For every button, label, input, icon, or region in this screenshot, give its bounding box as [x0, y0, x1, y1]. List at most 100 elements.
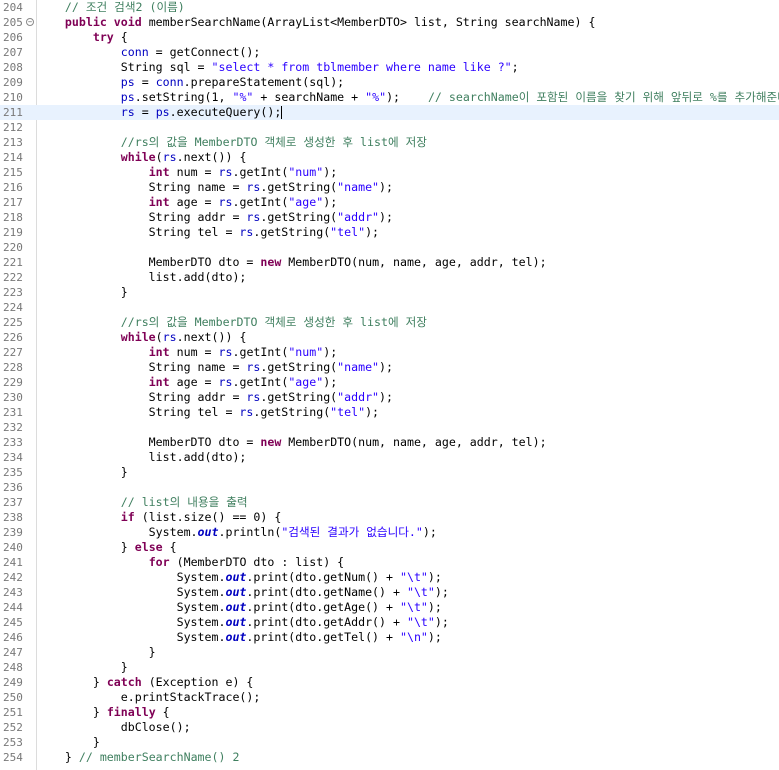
- code-line[interactable]: 248 }: [0, 660, 779, 675]
- line-code: int num = rs.getInt("num");: [37, 165, 338, 180]
- code-line[interactable]: 228 String name = rs.getString("name");: [0, 360, 779, 375]
- line-code: MemberDTO dto = new MemberDTO(num, name,…: [37, 255, 547, 270]
- line-number: 242: [3, 571, 23, 584]
- code-token: rs: [218, 345, 233, 359]
- code-line[interactable]: 218 String addr = rs.getString("addr");: [0, 210, 779, 225]
- code-line[interactable]: 239 System.out.println("검색된 결과가 없습니다.");: [0, 525, 779, 540]
- code-line[interactable]: 230 String addr = rs.getString("addr");: [0, 390, 779, 405]
- code-line[interactable]: 205− public void memberSearchName(ArrayL…: [0, 15, 779, 30]
- code-token: num =: [169, 345, 219, 359]
- code-line[interactable]: 214 while(rs.next()) {: [0, 150, 779, 165]
- code-token: System.: [37, 600, 226, 614]
- code-token: rs: [239, 225, 254, 239]
- code-line[interactable]: 244 System.out.print(dto.getAge() + "\t"…: [0, 600, 779, 615]
- code-token: "addr": [337, 390, 380, 404]
- code-line[interactable]: 219 String tel = rs.getString("tel");: [0, 225, 779, 240]
- line-number: 215: [3, 166, 23, 179]
- line-number: 209: [3, 76, 23, 89]
- code-token: conn: [155, 75, 184, 89]
- code-line[interactable]: 209 ps = conn.prepareStatement(sql);: [0, 75, 779, 90]
- line-code: // 조건 검색2 (이름): [37, 0, 185, 15]
- code-line[interactable]: 211 rs = ps.executeQuery();: [0, 105, 779, 120]
- code-token: rs: [162, 150, 177, 164]
- line-number: 232: [3, 421, 23, 434]
- line-code: if (list.size() == 0) {: [37, 510, 282, 525]
- line-number: 245: [3, 616, 23, 629]
- code-token: rs: [246, 390, 261, 404]
- line-number: 207: [3, 46, 23, 59]
- code-line[interactable]: 235 }: [0, 465, 779, 480]
- code-token: out: [225, 585, 247, 599]
- code-line[interactable]: 226 while(rs.next()) {: [0, 330, 779, 345]
- code-token: "\t": [406, 615, 435, 629]
- code-token: );: [434, 585, 449, 599]
- code-line[interactable]: 225 //rs의 값을 MemberDTO 객체로 생성한 후 list에 저…: [0, 315, 779, 330]
- code-line[interactable]: 241 for (MemberDTO dto : list) {: [0, 555, 779, 570]
- line-number: 252: [3, 721, 23, 734]
- code-line[interactable]: 221 MemberDTO dto = new MemberDTO(num, n…: [0, 255, 779, 270]
- code-line[interactable]: 233 MemberDTO dto = new MemberDTO(num, n…: [0, 435, 779, 450]
- line-number: 219: [3, 226, 23, 239]
- code-token: );: [323, 195, 338, 209]
- code-line[interactable]: 215 int num = rs.getInt("num");: [0, 165, 779, 180]
- code-line[interactable]: 236: [0, 480, 779, 495]
- code-line[interactable]: 245 System.out.print(dto.getAddr() + "\t…: [0, 615, 779, 630]
- line-number: 238: [3, 511, 23, 524]
- line-code: System.out.print(dto.getTel() + "\n");: [37, 630, 442, 645]
- code-line[interactable]: 213 //rs의 값을 MemberDTO 객체로 생성한 후 list에 저…: [0, 135, 779, 150]
- code-line[interactable]: 246 System.out.print(dto.getTel() + "\n"…: [0, 630, 779, 645]
- code-editor[interactable]: 204 // 조건 검색2 (이름) 205− public void membe…: [0, 0, 779, 770]
- code-token: );: [427, 570, 442, 584]
- code-token: .getString(: [260, 360, 338, 374]
- code-token: }: [37, 750, 79, 764]
- line-code: while(rs.next()) {: [37, 330, 247, 345]
- code-line[interactable]: 223 }: [0, 285, 779, 300]
- code-token: .getInt(: [232, 195, 289, 209]
- code-line[interactable]: 250 e.printStackTrace();: [0, 690, 779, 705]
- code-line[interactable]: 243 System.out.print(dto.getName() + "\t…: [0, 585, 779, 600]
- code-token: out: [225, 570, 247, 584]
- code-line[interactable]: 238 if (list.size() == 0) {: [0, 510, 779, 525]
- code-line[interactable]: 206 try {: [0, 30, 779, 45]
- code-line[interactable]: 204 // 조건 검색2 (이름): [0, 0, 779, 15]
- code-line[interactable]: 227 int num = rs.getInt("num");: [0, 345, 779, 360]
- code-line[interactable]: 237 // list의 내용을 출력: [0, 495, 779, 510]
- code-line[interactable]: 242 System.out.print(dto.getNum() + "\t"…: [0, 570, 779, 585]
- code-line[interactable]: 207 conn = getConnect();: [0, 45, 779, 60]
- code-line[interactable]: 251 } finally {: [0, 705, 779, 720]
- code-token: .print(dto.getAddr() +: [246, 615, 407, 629]
- code-line[interactable]: 247 }: [0, 645, 779, 660]
- code-line[interactable]: 208 String sql = "select * from tblmembe…: [0, 60, 779, 75]
- code-token: .getString(: [253, 405, 331, 419]
- code-line[interactable]: 217 int age = rs.getInt("age");: [0, 195, 779, 210]
- code-line[interactable]: 229 int age = rs.getInt("age");: [0, 375, 779, 390]
- line-number: 247: [3, 646, 23, 659]
- line-code: // list의 내용을 출력: [37, 495, 248, 510]
- line-code: rs = ps.executeQuery();: [37, 105, 283, 120]
- code-token: }: [37, 705, 107, 719]
- code-token: );: [323, 345, 338, 359]
- code-line[interactable]: 220: [0, 240, 779, 255]
- code-line[interactable]: 249 } catch (Exception e) {: [0, 675, 779, 690]
- code-line[interactable]: 210 ps.setString(1, "%" + searchName + "…: [0, 90, 779, 105]
- code-token: rs: [162, 330, 177, 344]
- code-line[interactable]: 234 list.add(dto);: [0, 450, 779, 465]
- code-token: System.: [37, 570, 226, 584]
- code-line[interactable]: 231 String tel = rs.getString("tel");: [0, 405, 779, 420]
- code-line[interactable]: 254 } // memberSearchName() 2: [0, 750, 779, 765]
- code-token: age =: [169, 195, 219, 209]
- code-token: "%": [232, 90, 254, 104]
- code-token: .getString(: [253, 225, 331, 239]
- text-caret: [281, 106, 283, 119]
- code-line[interactable]: 222 list.add(dto);: [0, 270, 779, 285]
- line-code: public void memberSearchName(ArrayList<M…: [37, 15, 596, 30]
- code-line[interactable]: 224: [0, 300, 779, 315]
- fold-toggle-icon[interactable]: −: [26, 18, 34, 26]
- code-line[interactable]: 252 dbClose();: [0, 720, 779, 735]
- code-line[interactable]: 240 } else {: [0, 540, 779, 555]
- code-line[interactable]: 232: [0, 420, 779, 435]
- code-token: );: [422, 525, 437, 539]
- code-line[interactable]: 253 }: [0, 735, 779, 750]
- code-line[interactable]: 212: [0, 120, 779, 135]
- code-line[interactable]: 216 String name = rs.getString("name");: [0, 180, 779, 195]
